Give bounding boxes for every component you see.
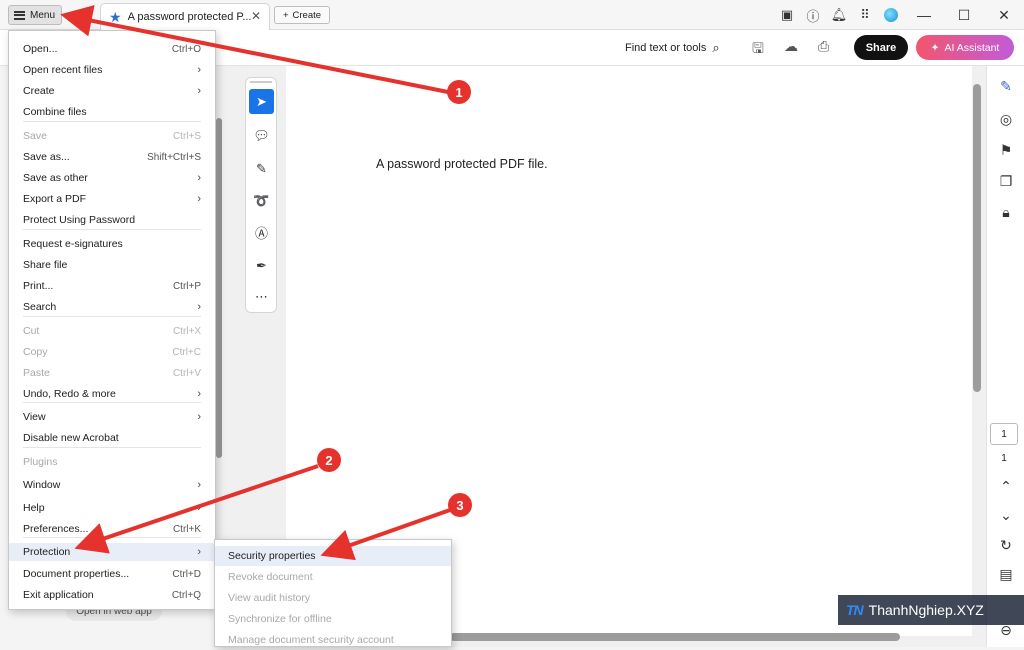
annotation-badge-3: 3 — [448, 493, 472, 517]
annotation-badge-2: 2 — [317, 448, 341, 472]
watermark-logo: TN — [846, 602, 864, 618]
watermark: TN ThanhNghiep.XYZ — [838, 595, 1024, 625]
annotation-arrows — [60, 5, 451, 561]
arrow-3 — [320, 508, 451, 561]
watermark-text: ThanhNghiep.XYZ — [868, 602, 984, 618]
arrow-1 — [60, 5, 449, 94]
annotation-badge-1: 1 — [447, 80, 471, 104]
arrow-2 — [74, 464, 319, 554]
